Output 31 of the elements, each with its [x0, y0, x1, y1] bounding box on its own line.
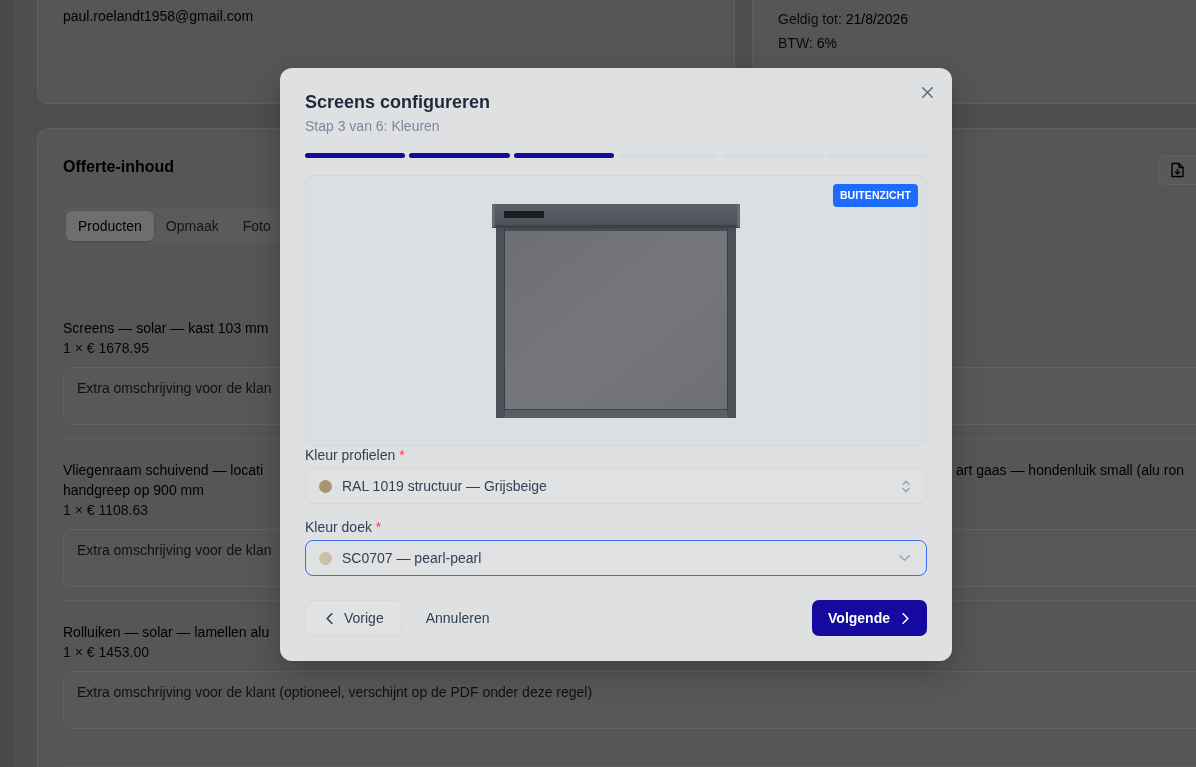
field-label: Kleur profielen * — [305, 446, 405, 464]
dialog-subtitle: Stap 3 van 6: Kleuren — [305, 117, 440, 136]
tab[interactable]: Producten — [66, 211, 154, 241]
download-button[interactable] — [1158, 155, 1196, 185]
detail-text: BTW: 6% — [778, 34, 837, 53]
chevron-down-icon — [899, 555, 910, 561]
color-select[interactable]: SC0707 — pearl-pearl — [305, 540, 927, 576]
product-price: 1 × € 1453.00 — [63, 643, 150, 662]
product-price: 1 × € 1678.95 — [63, 339, 150, 358]
previous-button[interactable]: Vorige — [305, 600, 402, 636]
chevron-right-icon — [902, 612, 909, 624]
section-title: Offerte-inhoud — [63, 157, 175, 177]
file-download-icon — [1171, 162, 1184, 178]
product-title: Rolluiken — solar — lamellen alu — [63, 623, 270, 642]
dialog-title: Screens configureren — [305, 91, 491, 114]
product-title: handgreep op 900 mm — [63, 481, 204, 500]
up-down-chevron-icon — [902, 479, 910, 493]
product-title: art gaas — hondenluik small (alu ron — [956, 461, 1184, 480]
color-select[interactable]: RAL 1019 structuur — Grijsbeige — [305, 468, 927, 504]
view-badge: BUITENZICHT — [832, 184, 918, 207]
note-field[interactable]: Extra omschrijving voor de klant (optioneel, verschijnt op de PDF onder deze regel) — [63, 671, 1196, 729]
detail-text: Geldig tot: 21/8/2026 — [778, 10, 908, 29]
cancel-button[interactable]: Annuleren — [410, 600, 505, 636]
next-button[interactable]: Volgende — [812, 600, 927, 636]
close-icon — [922, 87, 933, 98]
email-text: paul.roelandt1958@gmail.com — [63, 7, 254, 26]
product-title: Screens — solar — kast 103 mm — [63, 319, 269, 338]
chevron-left-icon — [326, 612, 333, 624]
field-label: Kleur doek * — [305, 518, 382, 536]
product-title: Vliegenraam schuivend — locati — [63, 461, 263, 480]
product-price: 1 × € 1108.63 — [63, 501, 148, 520]
